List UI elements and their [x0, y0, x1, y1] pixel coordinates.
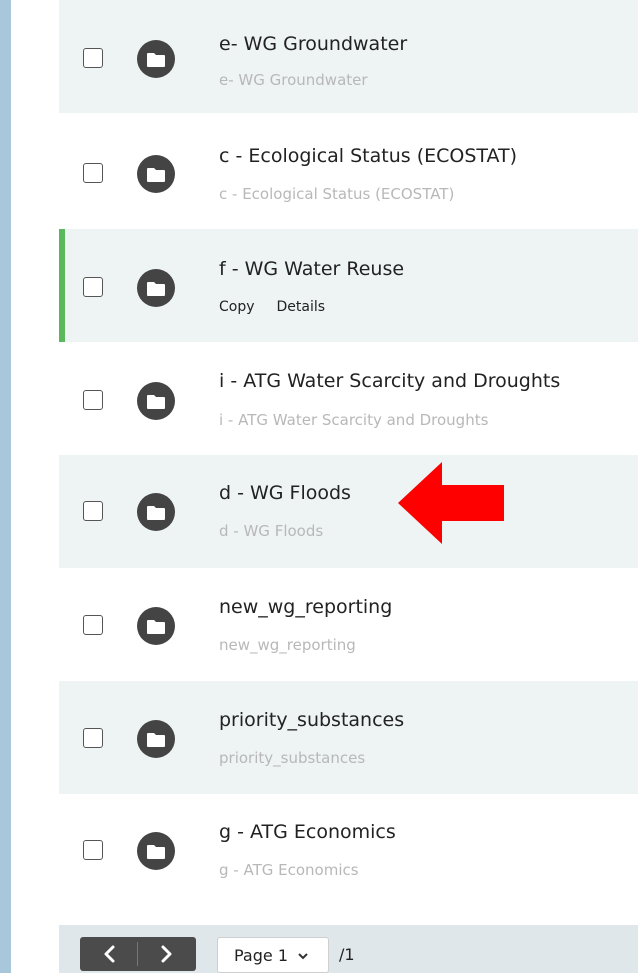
pagination-bar: Page 1 /1 [59, 925, 638, 973]
left-rail [0, 0, 11, 973]
next-page-button[interactable] [138, 937, 196, 971]
gutter [11, 0, 59, 973]
row-subtitle: i - ATG Water Scarcity and Droughts [219, 411, 489, 429]
red-arrow-annotation [398, 462, 504, 544]
row-subtitle: g - ATG Economics [219, 861, 359, 879]
row-title[interactable]: e- WG Groundwater [219, 33, 407, 55]
list-item[interactable]: d - WG Floods d - WG Floods [59, 455, 638, 568]
copy-link[interactable]: Copy [219, 299, 255, 315]
chevron-down-icon [298, 953, 308, 960]
folder-icon [137, 607, 175, 645]
chevron-right-icon [161, 945, 172, 963]
row-title[interactable]: i - ATG Water Scarcity and Droughts [219, 370, 560, 392]
row-actions: Copy Details [219, 299, 347, 315]
row-title[interactable]: d - WG Floods [219, 482, 351, 504]
row-checkbox[interactable] [83, 615, 103, 635]
row-title[interactable]: g - ATG Economics [219, 821, 396, 843]
row-checkbox[interactable] [83, 840, 103, 860]
folder-icon [137, 832, 175, 870]
folder-icon [137, 40, 175, 78]
row-checkbox[interactable] [83, 501, 103, 521]
row-subtitle: e- WG Groundwater [219, 71, 368, 89]
row-checkbox[interactable] [83, 277, 103, 297]
page-total: /1 [339, 945, 355, 964]
folder-icon [137, 720, 175, 758]
folder-icon [137, 493, 175, 531]
folder-icon [137, 269, 175, 307]
row-checkbox[interactable] [83, 163, 103, 183]
row-title[interactable]: priority_substances [219, 709, 404, 731]
page-select-value: Page 1 [234, 946, 288, 965]
row-subtitle: new_wg_reporting [219, 636, 356, 654]
row-checkbox[interactable] [83, 728, 103, 748]
list-item[interactable]: e- WG Groundwater e- WG Groundwater [59, 0, 638, 113]
list-item[interactable]: priority_substances priority_substances [59, 681, 638, 794]
pagination-nav [80, 937, 196, 971]
prev-page-button[interactable] [80, 937, 138, 971]
row-title[interactable]: c - Ecological Status (ECOSTAT) [219, 145, 517, 167]
details-link[interactable]: Details [277, 299, 326, 315]
row-checkbox[interactable] [83, 48, 103, 68]
row-subtitle: d - WG Floods [219, 522, 324, 540]
row-subtitle: c - Ecological Status (ECOSTAT) [219, 185, 455, 203]
folder-icon [137, 382, 175, 420]
row-title[interactable]: new_wg_reporting [219, 596, 392, 618]
list-item-selected[interactable]: f - WG Water Reuse Copy Details [59, 229, 638, 342]
list-item[interactable]: g - ATG Economics g - ATG Economics [59, 794, 638, 907]
list-item[interactable]: i - ATG Water Scarcity and Droughts i - … [59, 342, 638, 455]
list-item[interactable]: c - Ecological Status (ECOSTAT) c - Ecol… [59, 113, 638, 226]
row-checkbox[interactable] [83, 390, 103, 410]
row-subtitle: priority_substances [219, 749, 366, 767]
folder-icon [137, 155, 175, 193]
row-title[interactable]: f - WG Water Reuse [219, 258, 404, 280]
page-select[interactable]: Page 1 [217, 937, 329, 973]
list-item[interactable]: new_wg_reporting new_wg_reporting [59, 568, 638, 681]
chevron-left-icon [104, 945, 115, 963]
